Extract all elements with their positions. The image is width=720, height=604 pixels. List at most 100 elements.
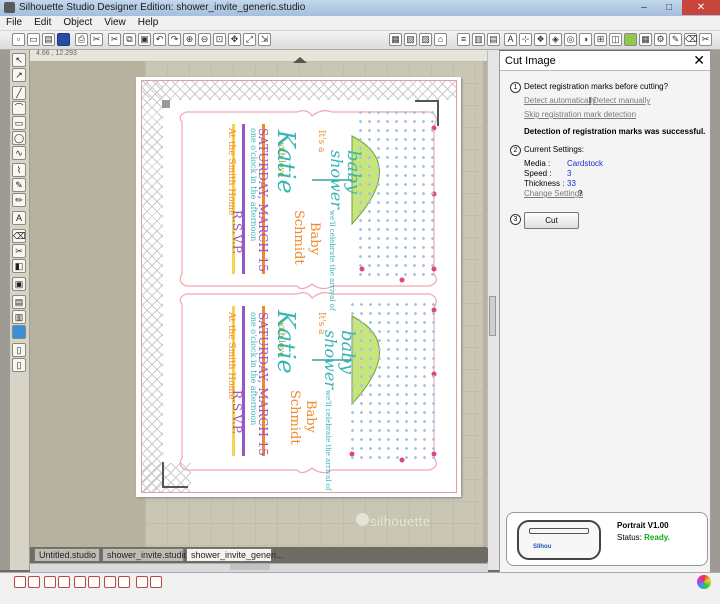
vertical-scroll-thumb[interactable] bbox=[489, 296, 496, 336]
pencil-icon[interactable]: ✎ bbox=[669, 33, 682, 46]
print-icon[interactable]: ⎙ bbox=[75, 33, 88, 46]
pan-icon[interactable]: ✥ bbox=[228, 33, 241, 46]
point-edit-icon[interactable]: ↗ bbox=[12, 68, 26, 82]
fit-page-icon[interactable]: ⤢ bbox=[243, 33, 256, 46]
fill-color-icon[interactable]: ▥ bbox=[472, 33, 485, 46]
tab-shower-invite-generic[interactable]: shower_invite_generi...× bbox=[186, 548, 284, 574]
freehand-tool-icon[interactable]: ∿ bbox=[12, 146, 26, 160]
fill-tool-icon[interactable]: ▣ bbox=[12, 277, 26, 291]
detect-question: Detect registration marks before cutting… bbox=[524, 82, 669, 91]
panel-close-icon[interactable]: ✕ bbox=[693, 52, 705, 69]
cut-icon[interactable]: ✂ bbox=[108, 33, 121, 46]
knife-tool-icon[interactable]: ✎ bbox=[12, 178, 26, 192]
grid-icon[interactable]: ▦ bbox=[639, 33, 652, 46]
library-store-icon[interactable]: ◫ bbox=[609, 33, 622, 46]
ellipse-tool-icon[interactable]: ◯ bbox=[12, 131, 26, 145]
menu-help[interactable]: Help bbox=[132, 16, 165, 30]
detect-automatically-link[interactable]: Detect automatically bbox=[524, 96, 596, 105]
line-style-icon[interactable]: ≡ bbox=[457, 33, 470, 46]
globe-store-icon[interactable] bbox=[12, 325, 26, 339]
layers-icon[interactable]: ▤ bbox=[12, 295, 26, 309]
horizontal-scroll-thumb[interactable] bbox=[230, 564, 270, 570]
eraser-icon[interactable]: ⌫ bbox=[684, 33, 698, 46]
polygon-tool-icon[interactable]: ⌒ bbox=[12, 101, 26, 115]
modify-icon[interactable]: ◈ bbox=[549, 33, 562, 46]
text-with-love-top: with love bbox=[277, 140, 286, 177]
brush-tool-icon[interactable]: ✏ bbox=[12, 193, 26, 207]
device-status: Status: Ready. bbox=[617, 533, 670, 542]
page-2-icon[interactable]: ▯ bbox=[12, 358, 26, 372]
library-panel-icon[interactable]: ▥ bbox=[12, 310, 26, 324]
design-page-icon[interactable]: ▦ bbox=[389, 33, 402, 46]
text-host-bottom: At the Smith Home bbox=[226, 312, 236, 400]
menu-edit[interactable]: Edit bbox=[28, 16, 57, 30]
close-window-button[interactable]: ✕ bbox=[682, 0, 720, 15]
deselect-icon[interactable] bbox=[58, 576, 70, 588]
online-store-icon[interactable] bbox=[624, 33, 637, 46]
zoom-out-icon[interactable]: ⊖ bbox=[198, 33, 211, 46]
save-icon[interactable] bbox=[57, 33, 70, 46]
page-panel-icon[interactable]: ▯ bbox=[12, 343, 26, 357]
text-surname-bottom: Schmidt bbox=[287, 390, 302, 445]
library-icon[interactable]: ▤ bbox=[42, 33, 55, 46]
paste-icon[interactable]: ▣ bbox=[138, 33, 151, 46]
trace-icon[interactable]: ◑ bbox=[579, 33, 592, 46]
release-compound-icon[interactable] bbox=[118, 576, 130, 588]
align-icon[interactable]: ⊞ bbox=[594, 33, 607, 46]
make-compound-icon[interactable] bbox=[104, 576, 116, 588]
transform-icon[interactable]: ⊹ bbox=[519, 33, 532, 46]
knife-cut-icon[interactable]: ✂ bbox=[12, 244, 26, 258]
menu-view[interactable]: View bbox=[98, 16, 132, 30]
menu-object[interactable]: Object bbox=[57, 16, 98, 30]
zoom-in-icon[interactable]: ⊕ bbox=[183, 33, 196, 46]
cut-tool-icon[interactable]: ✂ bbox=[90, 33, 103, 46]
minimize-button[interactable]: – bbox=[632, 0, 656, 15]
open-icon[interactable]: ▭ bbox=[27, 33, 40, 46]
color-wheel-icon[interactable] bbox=[697, 575, 711, 589]
copy-icon[interactable]: ⧉ bbox=[123, 33, 136, 46]
tab-label: shower_invite.studio bbox=[107, 550, 189, 560]
text-celebrate-top: we'll celebrate the arrival of bbox=[328, 210, 336, 311]
gradient-icon[interactable]: ▤ bbox=[487, 33, 500, 46]
replicate-icon[interactable]: ❖ bbox=[534, 33, 547, 46]
paint-bucket-icon[interactable]: ◧ bbox=[12, 259, 26, 273]
offset-icon[interactable]: ◎ bbox=[564, 33, 577, 46]
zoom-drag-icon[interactable]: ⇲ bbox=[258, 33, 271, 46]
cut-settings-icon[interactable]: ▧ bbox=[404, 33, 417, 46]
duplicate-icon[interactable] bbox=[74, 576, 86, 588]
line-tool-icon[interactable]: ╱ bbox=[12, 86, 26, 100]
new-icon[interactable]: ▫ bbox=[12, 33, 25, 46]
eraser-tool-icon[interactable]: ⌫ bbox=[12, 229, 26, 243]
registration-marks-icon[interactable]: ▨ bbox=[419, 33, 432, 46]
group-icon[interactable] bbox=[14, 576, 26, 588]
text-style-icon[interactable]: A bbox=[504, 33, 517, 46]
weld-icon[interactable] bbox=[136, 576, 148, 588]
settings-icon[interactable]: ⚙ bbox=[654, 33, 667, 46]
tab-untitled[interactable]: Untitled.studio× bbox=[34, 548, 100, 574]
skip-detection-link[interactable]: Skip registration mark detection bbox=[524, 110, 636, 119]
zoom-box-icon[interactable]: ⊡ bbox=[213, 33, 226, 46]
silhouette-watermark: silhouette bbox=[370, 514, 431, 529]
curve-tool-icon[interactable]: ⌇ bbox=[12, 163, 26, 177]
cut-button[interactable]: Cut bbox=[524, 212, 579, 229]
undo-icon[interactable]: ↶ bbox=[153, 33, 166, 46]
menu-file[interactable]: File bbox=[0, 16, 28, 30]
delete-icon[interactable] bbox=[88, 576, 100, 588]
tab-label: shower_invite_generi... bbox=[191, 550, 284, 560]
text-tool-icon[interactable]: A bbox=[12, 211, 26, 225]
redo-icon[interactable]: ↷ bbox=[168, 33, 181, 46]
rectangle-tool-icon[interactable]: ▭ bbox=[12, 116, 26, 130]
knife-icon[interactable]: ✂ bbox=[699, 33, 712, 46]
send-to-silhouette-icon[interactable]: ⌂ bbox=[434, 33, 447, 46]
maximize-button[interactable]: □ bbox=[657, 0, 681, 15]
text-surname-top: Schmidt bbox=[291, 210, 306, 265]
release-icon[interactable] bbox=[150, 576, 162, 588]
tab-shower-invite[interactable]: shower_invite.studio× bbox=[102, 548, 189, 574]
select-tool-icon[interactable]: ↖ bbox=[12, 53, 26, 67]
detect-manually-link[interactable]: Detect manually bbox=[593, 96, 650, 105]
portrait-machine-icon: SIlhou bbox=[517, 520, 601, 560]
machine-brand: SIlhou bbox=[533, 544, 552, 550]
ungroup-icon[interactable] bbox=[28, 576, 40, 588]
change-settings-link[interactable]: Change Settings bbox=[524, 189, 583, 198]
select-all-icon[interactable] bbox=[44, 576, 56, 588]
